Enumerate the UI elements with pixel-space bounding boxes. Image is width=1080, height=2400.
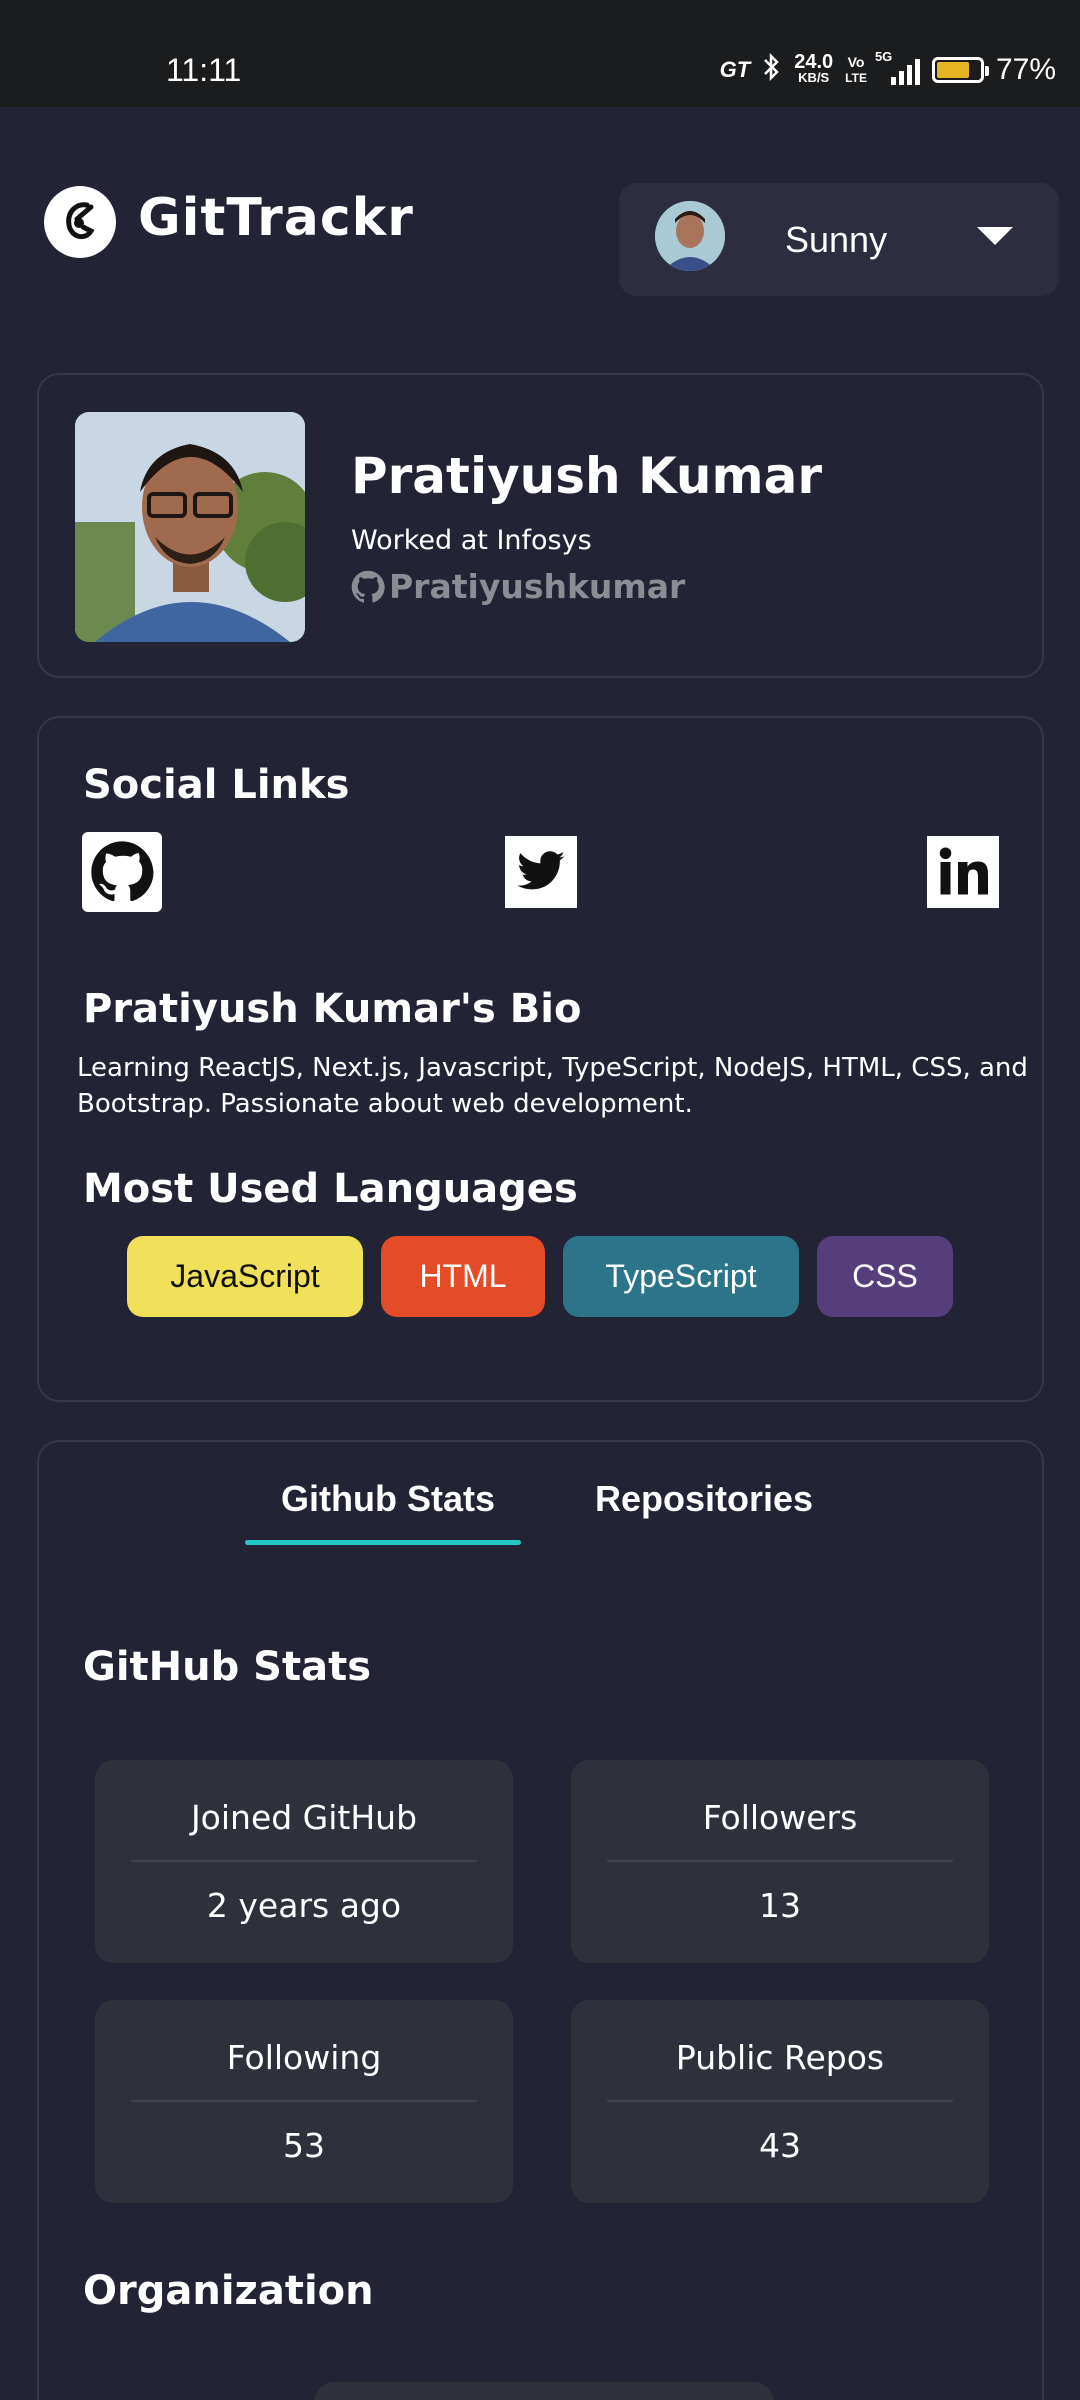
stat-divider <box>607 2100 953 2102</box>
stat-following: Following 53 <box>95 2000 513 2203</box>
git-logo-icon <box>66 202 95 240</box>
stats-card: Github Stats Repositories GitHub Stats J… <box>37 1440 1044 2400</box>
linkedin-icon <box>939 847 988 895</box>
twitter-link[interactable] <box>505 836 577 908</box>
network-type: 5G <box>874 49 893 64</box>
stat-value: 2 years ago <box>206 1886 402 1925</box>
volte-top: Vo <box>847 54 865 70</box>
organization-item[interactable] <box>314 2382 774 2400</box>
stat-label: Followers <box>702 1798 858 1837</box>
stat-label: Public Repos <box>675 2038 885 2077</box>
github-handle: Pratiyushkumar <box>389 567 686 606</box>
social-links-heading: Social Links <box>83 762 350 808</box>
tab-repositories[interactable]: Repositories <box>595 1478 813 1520</box>
app-title: GitTrackr <box>138 188 414 248</box>
stat-value: 53 <box>283 2126 325 2165</box>
github-profile-link[interactable]: Pratiyushkumar <box>351 567 685 606</box>
stat-public-repos: Public Repos 43 <box>571 2000 989 2203</box>
stat-label: Following <box>226 2038 382 2077</box>
status-bar: 11:11 GT 24.0 KB/S Vo LTE 5G 77% <box>0 0 1080 107</box>
github-icon <box>91 841 154 902</box>
github-stats-heading: GitHub Stats <box>83 1644 372 1690</box>
bluetooth-icon <box>762 52 782 88</box>
stat-label: Joined GitHub <box>190 1798 418 1837</box>
signal-icon: 5G <box>875 49 920 85</box>
profile-photo <box>75 412 305 642</box>
language-chip-html[interactable]: HTML <box>381 1236 545 1317</box>
language-chip-javascript[interactable]: JavaScript <box>127 1236 363 1317</box>
stat-value: 13 <box>759 1886 801 1925</box>
net-speed-unit: KB/S <box>798 70 830 85</box>
languages-heading: Most Used Languages <box>83 1166 578 1212</box>
languages-list: JavaScript HTML TypeScript CSS <box>127 1236 953 1317</box>
chevron-down-icon[interactable] <box>977 227 1013 245</box>
net-speed: 24.0 KB/S <box>794 51 834 86</box>
app-logo[interactable] <box>44 186 116 258</box>
volte-bottom: LTE <box>845 71 867 85</box>
active-tab-indicator <box>245 1540 521 1545</box>
github-icon <box>351 570 385 602</box>
bio-heading: Pratiyush Kumar's Bio <box>83 986 582 1032</box>
bio-text: Learning ReactJS, Next.js, Javascript, T… <box>77 1053 1028 1119</box>
profile-card: Pratiyush Kumar Worked at Infosys Pratiy… <box>37 373 1044 678</box>
volte-indicator: Vo LTE <box>845 54 867 86</box>
battery-percent: 77% <box>995 53 1056 86</box>
status-time: 11:11 <box>166 52 242 88</box>
stat-divider <box>607 1860 953 1862</box>
language-chip-css[interactable]: CSS <box>817 1236 953 1317</box>
social-card: Social Links Pratiyush Kumar's Bio Learn… <box>37 716 1044 1402</box>
battery-fill <box>936 62 970 78</box>
language-chip-typescript[interactable]: TypeScript <box>563 1236 799 1317</box>
stat-divider <box>131 2100 477 2102</box>
stat-followers: Followers 13 <box>571 1760 989 1963</box>
battery-icon <box>931 57 989 83</box>
github-link[interactable] <box>82 832 162 912</box>
organization-heading: Organization <box>83 2268 374 2314</box>
net-speed-value: 24.0 <box>794 51 834 73</box>
user-menu-dropdown[interactable]: Sunny <box>619 183 1059 296</box>
tab-github-stats[interactable]: Github Stats <box>281 1478 495 1520</box>
profile-work: Worked at Infosys <box>351 525 592 556</box>
stat-divider <box>131 1860 477 1862</box>
profile-name: Pratiyush Kumar <box>351 447 822 505</box>
twitter-icon <box>517 851 565 890</box>
stat-joined-github: Joined GitHub 2 years ago <box>95 1760 513 1963</box>
user-name: Sunny <box>785 219 888 260</box>
user-avatar[interactable] <box>655 201 725 271</box>
linkedin-link[interactable] <box>927 836 999 908</box>
status-icons: GT 24.0 KB/S Vo LTE 5G 77% <box>719 49 1056 88</box>
stat-value: 43 <box>759 2126 801 2165</box>
gt-mode-icon: GT <box>719 57 751 82</box>
